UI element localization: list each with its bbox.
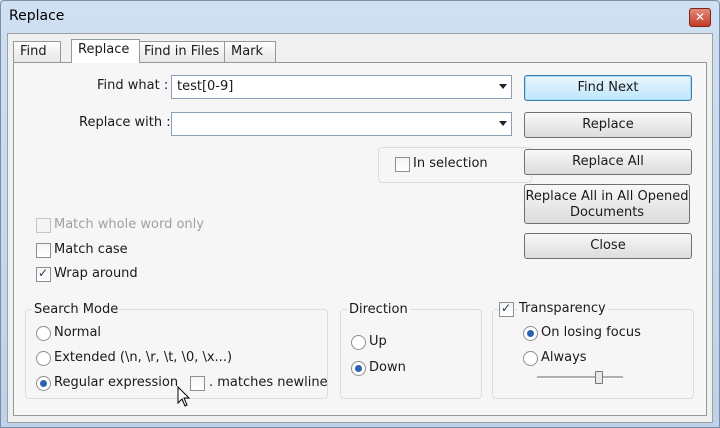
wrap-around-label: Wrap around bbox=[54, 266, 138, 281]
find-what-value: test[0-9] bbox=[177, 79, 234, 94]
up-label: Up bbox=[369, 334, 387, 349]
dialog-client: Find Replace Find in Files Mark Find wha… bbox=[7, 33, 713, 423]
on-losing-focus-radio[interactable] bbox=[523, 326, 538, 341]
transparency-slider-thumb[interactable] bbox=[595, 371, 603, 384]
normal-radio[interactable] bbox=[36, 326, 51, 341]
dropdown-arrow-icon[interactable] bbox=[499, 84, 507, 89]
in-selection-box: In selection bbox=[378, 147, 532, 183]
transparency-label: Transparency bbox=[517, 301, 608, 316]
mouse-cursor-icon bbox=[177, 386, 191, 407]
in-selection-label: In selection bbox=[413, 156, 488, 171]
always-radio[interactable] bbox=[523, 351, 538, 366]
replace-button[interactable]: Replace bbox=[524, 112, 692, 138]
matches-newline-checkbox[interactable] bbox=[190, 376, 205, 391]
regex-label: Regular expression bbox=[54, 375, 179, 390]
match-whole-word-checkbox[interactable] bbox=[36, 218, 51, 233]
up-radio[interactable] bbox=[351, 335, 366, 350]
find-what-combo[interactable]: test[0-9] bbox=[171, 75, 512, 99]
replace-all-opened-button[interactable]: Replace All in All Opened Documents bbox=[524, 184, 690, 224]
direction-group: Direction Up Down bbox=[340, 302, 482, 399]
wrap-around-checkbox[interactable] bbox=[36, 266, 51, 282]
transparency-slider-track[interactable] bbox=[537, 376, 623, 379]
always-label: Always bbox=[541, 350, 587, 365]
close-window-button[interactable]: ✕ bbox=[689, 8, 711, 27]
close-button[interactable]: Close bbox=[524, 233, 692, 259]
find-what-label: Find what : bbox=[97, 78, 169, 93]
extended-label: Extended (\n, \r, \t, \0, \x...) bbox=[54, 350, 233, 365]
dropdown-arrow-icon[interactable] bbox=[499, 121, 507, 126]
transparency-group: Transparency On losing focus Always bbox=[492, 301, 694, 399]
transparency-checkbox[interactable] bbox=[499, 301, 514, 317]
match-whole-word-label: Match whole word only bbox=[54, 217, 204, 232]
down-radio[interactable] bbox=[351, 361, 366, 376]
normal-label: Normal bbox=[54, 325, 102, 340]
replace-panel: Find what : test[0-9] Replace with : In … bbox=[13, 62, 707, 416]
replace-with-combo[interactable] bbox=[171, 112, 512, 136]
tab-replace[interactable]: Replace bbox=[71, 39, 140, 63]
tab-mark[interactable]: Mark bbox=[224, 41, 276, 62]
extended-radio[interactable] bbox=[36, 351, 51, 366]
match-case-label: Match case bbox=[54, 242, 128, 257]
replace-all-button[interactable]: Replace All bbox=[524, 149, 692, 175]
window-title: Replace bbox=[9, 8, 65, 24]
title-bar[interactable]: Replace ✕ bbox=[1, 1, 719, 31]
regex-radio[interactable] bbox=[36, 376, 51, 391]
in-selection-checkbox[interactable] bbox=[395, 157, 410, 172]
matches-newline-label: . matches newline bbox=[209, 375, 328, 390]
search-mode-title: Search Mode bbox=[32, 302, 121, 317]
replace-dialog: Replace ✕ Find Replace Find in Files Mar… bbox=[0, 0, 720, 428]
on-losing-focus-label: On losing focus bbox=[541, 325, 641, 340]
direction-title: Direction bbox=[347, 302, 410, 317]
tab-find-in-files[interactable]: Find in Files bbox=[137, 41, 227, 62]
find-next-button[interactable]: Find Next bbox=[524, 75, 692, 101]
match-case-checkbox[interactable] bbox=[36, 243, 51, 258]
down-label: Down bbox=[369, 360, 406, 375]
tab-find[interactable]: Find bbox=[13, 41, 61, 62]
replace-with-label: Replace with : bbox=[79, 115, 171, 130]
